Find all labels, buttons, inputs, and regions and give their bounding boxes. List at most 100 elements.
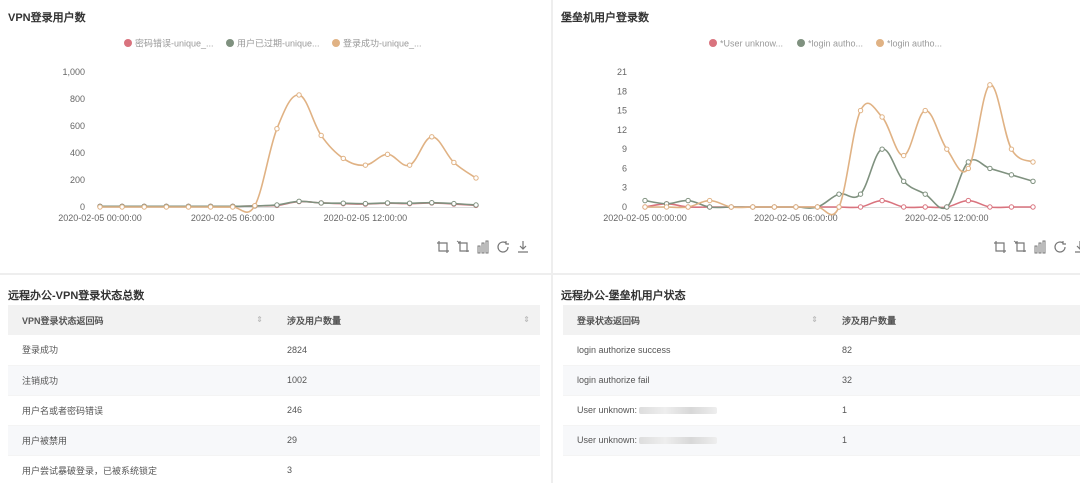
legend-item[interactable]: *login autho... bbox=[797, 39, 863, 49]
data-point[interactable] bbox=[857, 191, 864, 197]
crop-back-icon[interactable] bbox=[456, 240, 470, 254]
table-cell: 用户名或者密码错误 bbox=[8, 395, 273, 426]
data-point[interactable] bbox=[1008, 146, 1015, 152]
data-point[interactable] bbox=[944, 204, 950, 210]
data-point[interactable] bbox=[119, 204, 125, 210]
y-tick-label: 200 bbox=[70, 175, 85, 185]
data-point[interactable] bbox=[207, 204, 214, 210]
data-point[interactable] bbox=[1030, 159, 1036, 165]
data-point[interactable] bbox=[663, 204, 670, 210]
data-point[interactable] bbox=[252, 202, 258, 209]
data-point[interactable] bbox=[274, 202, 280, 208]
column-header-status-code[interactable]: 登录状态返回码 ⇕ bbox=[563, 305, 828, 335]
data-point[interactable] bbox=[362, 162, 369, 168]
download-icon[interactable] bbox=[1073, 240, 1080, 254]
table-cell: 29 bbox=[273, 425, 540, 456]
data-point[interactable] bbox=[274, 126, 280, 132]
data-point[interactable] bbox=[296, 92, 302, 98]
column-header-user-count[interactable]: 涉及用户数量 bbox=[828, 305, 1080, 335]
data-point[interactable] bbox=[384, 200, 391, 206]
data-point[interactable] bbox=[230, 204, 236, 210]
data-point[interactable] bbox=[728, 204, 734, 210]
data-point[interactable] bbox=[836, 191, 842, 197]
data-point[interactable] bbox=[922, 107, 928, 114]
legend-item[interactable]: *User unknow... bbox=[709, 39, 783, 49]
data-point[interactable] bbox=[429, 199, 435, 206]
data-point[interactable] bbox=[944, 146, 950, 152]
data-point[interactable] bbox=[987, 204, 993, 210]
data-point[interactable] bbox=[473, 175, 479, 181]
data-point[interactable] bbox=[814, 204, 821, 210]
column-header-status-code[interactable]: VPN登录状态返回码 ⇕ bbox=[8, 305, 273, 335]
legend-item[interactable]: *login autho... bbox=[876, 39, 942, 49]
data-point[interactable] bbox=[922, 204, 928, 210]
column-header-label: 涉及用户数量 bbox=[287, 315, 342, 326]
data-point[interactable] bbox=[706, 197, 713, 204]
download-icon[interactable] bbox=[516, 240, 530, 254]
data-point[interactable] bbox=[384, 151, 391, 158]
data-point[interactable] bbox=[965, 197, 972, 204]
data-point[interactable] bbox=[642, 204, 648, 210]
data-point[interactable] bbox=[900, 204, 907, 210]
refresh-icon[interactable] bbox=[1053, 240, 1067, 254]
data-point[interactable] bbox=[642, 197, 648, 204]
data-point[interactable] bbox=[685, 204, 691, 210]
data-point[interactable] bbox=[922, 191, 928, 197]
data-point[interactable] bbox=[857, 204, 864, 210]
legend-label: 用户已过期-unique... bbox=[237, 38, 320, 49]
data-point[interactable] bbox=[879, 114, 885, 120]
data-point[interactable] bbox=[771, 204, 778, 210]
data-point[interactable] bbox=[900, 152, 907, 159]
data-point[interactable] bbox=[362, 200, 369, 207]
data-point[interactable] bbox=[429, 134, 435, 140]
bar-chart-icon[interactable] bbox=[476, 240, 490, 254]
data-point[interactable] bbox=[750, 204, 756, 210]
crop-icon[interactable] bbox=[436, 240, 450, 254]
data-point[interactable] bbox=[1030, 204, 1036, 210]
bar-chart-icon[interactable] bbox=[1033, 240, 1047, 254]
data-point[interactable] bbox=[836, 204, 842, 210]
data-point[interactable] bbox=[185, 204, 192, 210]
legend-swatch bbox=[709, 39, 717, 47]
data-point[interactable] bbox=[900, 178, 907, 184]
data-point[interactable] bbox=[451, 159, 457, 166]
data-point[interactable] bbox=[406, 200, 413, 206]
data-point[interactable] bbox=[318, 200, 324, 206]
sort-icon[interactable]: ⇕ bbox=[523, 315, 530, 324]
data-point[interactable] bbox=[451, 200, 457, 207]
crop-back-icon[interactable] bbox=[1013, 240, 1027, 254]
data-point[interactable] bbox=[97, 204, 103, 210]
data-point[interactable] bbox=[406, 162, 413, 168]
data-point[interactable] bbox=[1008, 172, 1015, 178]
data-point[interactable] bbox=[879, 197, 885, 204]
data-point[interactable] bbox=[987, 82, 993, 88]
data-point[interactable] bbox=[340, 155, 346, 162]
data-point[interactable] bbox=[685, 197, 691, 204]
sort-icon[interactable]: ⇕ bbox=[256, 315, 263, 324]
data-point[interactable] bbox=[296, 198, 302, 205]
data-point[interactable] bbox=[141, 204, 147, 210]
table-cell: login authorize success bbox=[563, 335, 828, 366]
data-point[interactable] bbox=[1030, 178, 1036, 184]
legend-item[interactable]: 密码错误-unique_... bbox=[124, 38, 214, 49]
sort-icon[interactable]: ⇕ bbox=[811, 315, 818, 324]
data-point[interactable] bbox=[857, 107, 864, 114]
data-point[interactable] bbox=[706, 204, 713, 210]
data-point[interactable] bbox=[163, 204, 170, 210]
data-point[interactable] bbox=[965, 165, 972, 172]
column-header-user-count[interactable]: 涉及用户数量 ⇕ bbox=[273, 305, 540, 335]
data-point[interactable] bbox=[318, 132, 324, 139]
table-cell: 1 bbox=[828, 425, 1080, 456]
legend-item[interactable]: 用户已过期-unique... bbox=[226, 38, 320, 49]
legend-item[interactable]: 登录成功-unique_... bbox=[332, 38, 422, 49]
data-point[interactable] bbox=[473, 202, 479, 208]
crop-icon[interactable] bbox=[993, 240, 1007, 254]
data-point[interactable] bbox=[1008, 204, 1015, 210]
refresh-icon[interactable] bbox=[496, 240, 510, 254]
data-point[interactable] bbox=[793, 204, 799, 210]
data-point[interactable] bbox=[987, 165, 993, 172]
table-header-row: 登录状态返回码 ⇕ 涉及用户数量 bbox=[563, 305, 1080, 335]
y-tick-label: 3 bbox=[622, 183, 627, 193]
data-point[interactable] bbox=[340, 200, 346, 206]
data-point[interactable] bbox=[879, 146, 885, 152]
